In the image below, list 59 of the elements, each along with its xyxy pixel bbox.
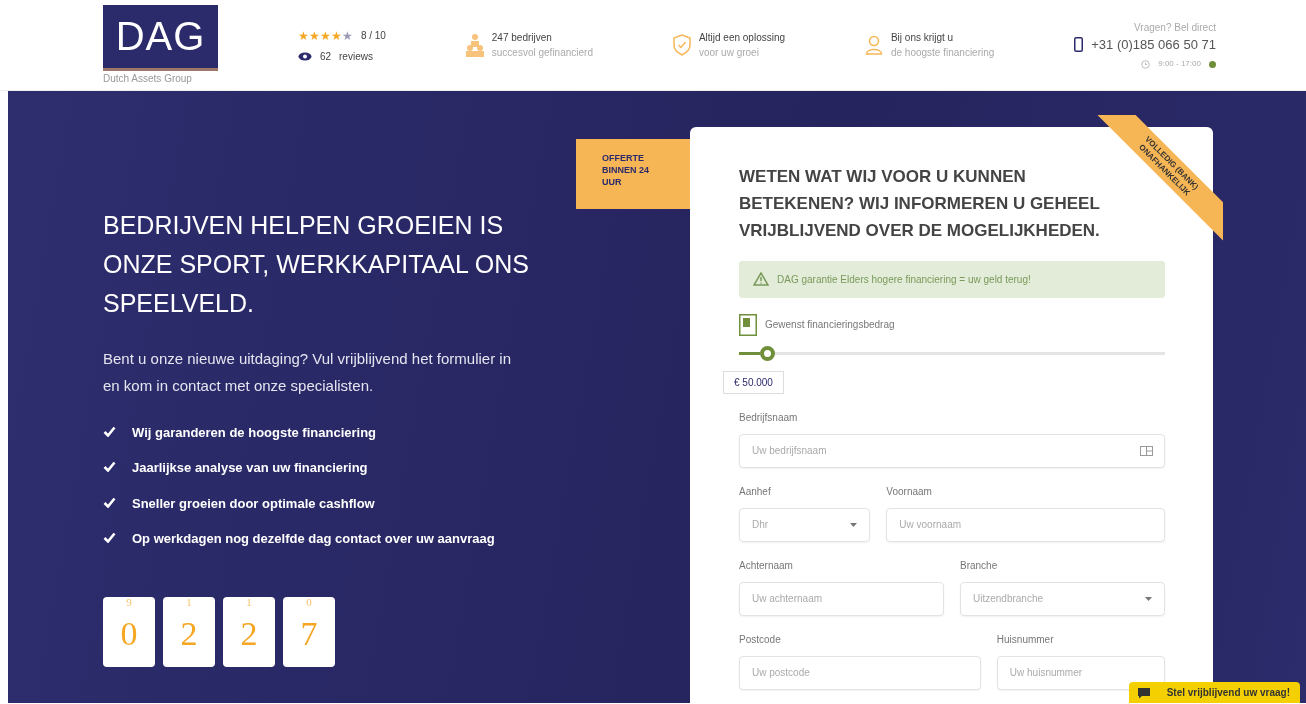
chat-bubble-icon (1136, 686, 1151, 699)
logo[interactable]: DAG (103, 4, 218, 71)
rating-score: 8 / 10 (360, 29, 386, 43)
notice-text: DAG garantie Elders hogere financiering = uw geld terug! (777, 272, 1031, 287)
offer-ribbon: OFFERTE BINNEN 24 UUR (576, 139, 690, 209)
benefit-text: Jaarlijkse analyse van uw financiering (132, 459, 368, 478)
phone-link[interactable]: +31 (0)185 066 50 71 (1091, 34, 1216, 55)
field-label: Achternaam (739, 558, 794, 573)
person-icon (864, 35, 883, 55)
usp-subtitle: voor uw groei (698, 46, 760, 60)
field-label: Aanhef (739, 484, 772, 499)
usp-title: Bij ons krijgt u (890, 31, 955, 45)
counter-digit: 1 2 (163, 596, 215, 667)
input-field[interactable]: Uw huisnummer (996, 655, 1165, 690)
phone-icon (1074, 37, 1084, 52)
field-label: Postcode (739, 632, 782, 647)
opening-hours: 9:00 - 17:00 (1158, 58, 1201, 71)
input-field[interactable]: Uw voornaam (886, 507, 1165, 542)
input-field[interactable]: Uw bedrijfsnaam (739, 433, 1165, 468)
usp-title: Altijd een oplossing (698, 31, 786, 45)
check-icon (103, 532, 116, 544)
star-rating: ★★★★★ (297, 27, 353, 45)
contact-label: Vragen? Bel direct (1134, 20, 1216, 35)
chat-button[interactable]: Stel vrijblijvend uw vraag! (1128, 682, 1300, 703)
benefit-text: Wij garanderen de hoogste financiering (132, 423, 377, 442)
form-title: WETEN WAT WIJ VOOR U KUNNEN BETEKENEN? WIJ INFORMEREN U GEHEEL VRIJBLIJVEND OVER DE MOGELIJKHEDEN. (739, 166, 1101, 243)
hero-headline: BEDRIJVEN HELPEN GROEIEN IS ONZE SPORT, WERKKAPITAAL ONS SPEELVELD. (103, 210, 530, 319)
clock-icon (1141, 59, 1151, 69)
field-label: Bedrijfsnaam (739, 410, 799, 425)
warning-icon (753, 272, 769, 287)
field-label: Branche (960, 558, 999, 573)
people-icon (465, 33, 484, 57)
counter-digit: 9 0 (103, 596, 155, 667)
input-field[interactable]: Uw achternaam (739, 581, 944, 616)
counter-digit: 1 2 (223, 596, 275, 667)
usp-title: 247 bedrijven (491, 31, 553, 45)
logo-subtitle: Dutch Assets Group (103, 71, 193, 86)
usp-subtitle: de hoogste financiering (890, 46, 995, 60)
caret-icon (850, 522, 858, 527)
check-icon (103, 425, 116, 437)
check-icon (103, 496, 116, 508)
caret-icon (1145, 596, 1152, 601)
amount-value: € 50.000 (723, 370, 784, 394)
counter-digit: 0 7 (283, 596, 335, 667)
slider-thumb[interactable] (760, 345, 776, 361)
usp-subtitle: succesvol gefinancierd (491, 46, 593, 60)
benefit-text: Op werkdagen nog dezelfde dag contact over uw aanvraag (132, 530, 495, 549)
check-icon (103, 461, 116, 473)
document-icon (739, 313, 757, 336)
benefit-text: Sneller groeien door optimale cashflow (132, 494, 375, 513)
review-count: 62 (319, 49, 331, 64)
eye-icon (297, 51, 312, 61)
field-label: Voornaam (886, 484, 933, 499)
shield-icon (672, 34, 691, 56)
input-field[interactable]: Uw postcode (739, 655, 981, 690)
field-label: Huisnummer (996, 632, 1055, 647)
hero-intro: Bent u onze nieuwe uitdaging? Vul vrijblijvend het formulier in en kom in contact met onze specialisten. (103, 349, 513, 396)
amount-label: Gewenst financieringsbedrag (765, 318, 895, 333)
reviews-label: reviews (339, 49, 373, 64)
